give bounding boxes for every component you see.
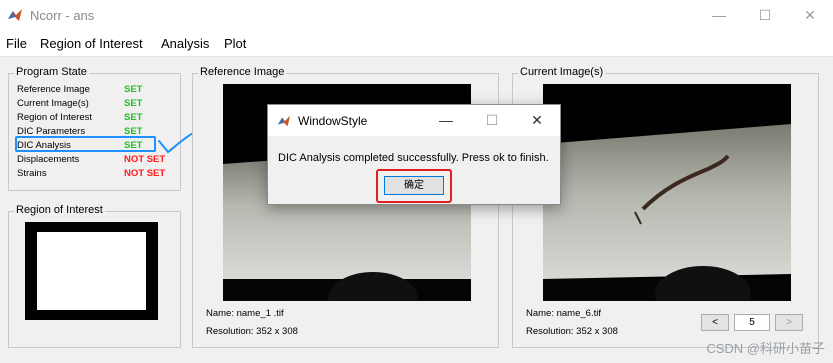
window-title: Ncorr - ans [30,8,95,23]
dialog-title: WindowStyle [298,114,368,128]
dialog-minimize-button[interactable]: — [423,105,469,136]
maximize-button[interactable]: ☐ [742,0,788,31]
menu-plot[interactable]: Plot [224,36,246,51]
current-image [543,84,791,301]
state-value-current-images: SET [124,98,143,109]
menu-bar: File Region of Interest Analysis Plot [0,31,833,57]
matlab-icon [8,9,22,21]
reference-resolution: Resolution: 352 x 308 [206,326,298,337]
annotation-highlight-box [15,136,156,152]
program-state-title: Program State [14,66,89,78]
roi-region [37,232,146,310]
current-name: Name: name_6.tif [526,308,601,319]
frame-number-input[interactable]: 5 [734,314,770,331]
matlab-icon [277,115,291,127]
roi-title: Region of Interest [14,204,105,216]
state-label-region-of-interest: Region of Interest [17,112,92,123]
dialog-close-button[interactable]: ✕ [514,105,560,136]
close-button[interactable]: ✕ [787,0,833,31]
roi-mask-preview [25,222,158,320]
state-label-displacements: Displacements [17,154,80,165]
menu-analysis[interactable]: Analysis [161,36,209,51]
completion-dialog: WindowStyle — ☐ ✕ DIC Analysis completed… [267,104,561,205]
title-bar: Ncorr - ans — ☐ ✕ [0,0,833,31]
current-image-title: Current Image(s) [518,66,606,78]
menu-region-of-interest[interactable]: Region of Interest [40,36,143,51]
reference-name: Name: name_1 .tif [206,308,284,319]
state-value-reference-image: SET [124,84,143,95]
current-image-view [543,84,791,301]
dialog-message: DIC Analysis completed successfully. Pre… [278,152,549,164]
ok-button[interactable]: 确定 [384,176,444,195]
roi-panel: Region of Interest [8,204,181,348]
watermark: CSDN @科研小苗子 [706,341,825,356]
state-value-strains: NOT SET [124,168,166,179]
state-label-strains: Strains [17,168,47,179]
previous-image-button[interactable]: < [701,314,729,331]
minimize-button[interactable]: — [696,0,742,31]
state-label-current-images: Current Image(s) [17,98,89,109]
state-label-reference-image: Reference Image [17,84,90,95]
current-resolution: Resolution: 352 x 308 [526,326,618,337]
dialog-maximize-button[interactable]: ☐ [469,105,515,136]
state-value-region-of-interest: SET [124,112,143,123]
next-image-button[interactable]: > [775,314,803,331]
dialog-title-bar: WindowStyle — ☐ ✕ [268,105,560,136]
menu-file[interactable]: File [6,36,27,51]
reference-image-title: Reference Image [198,66,287,78]
